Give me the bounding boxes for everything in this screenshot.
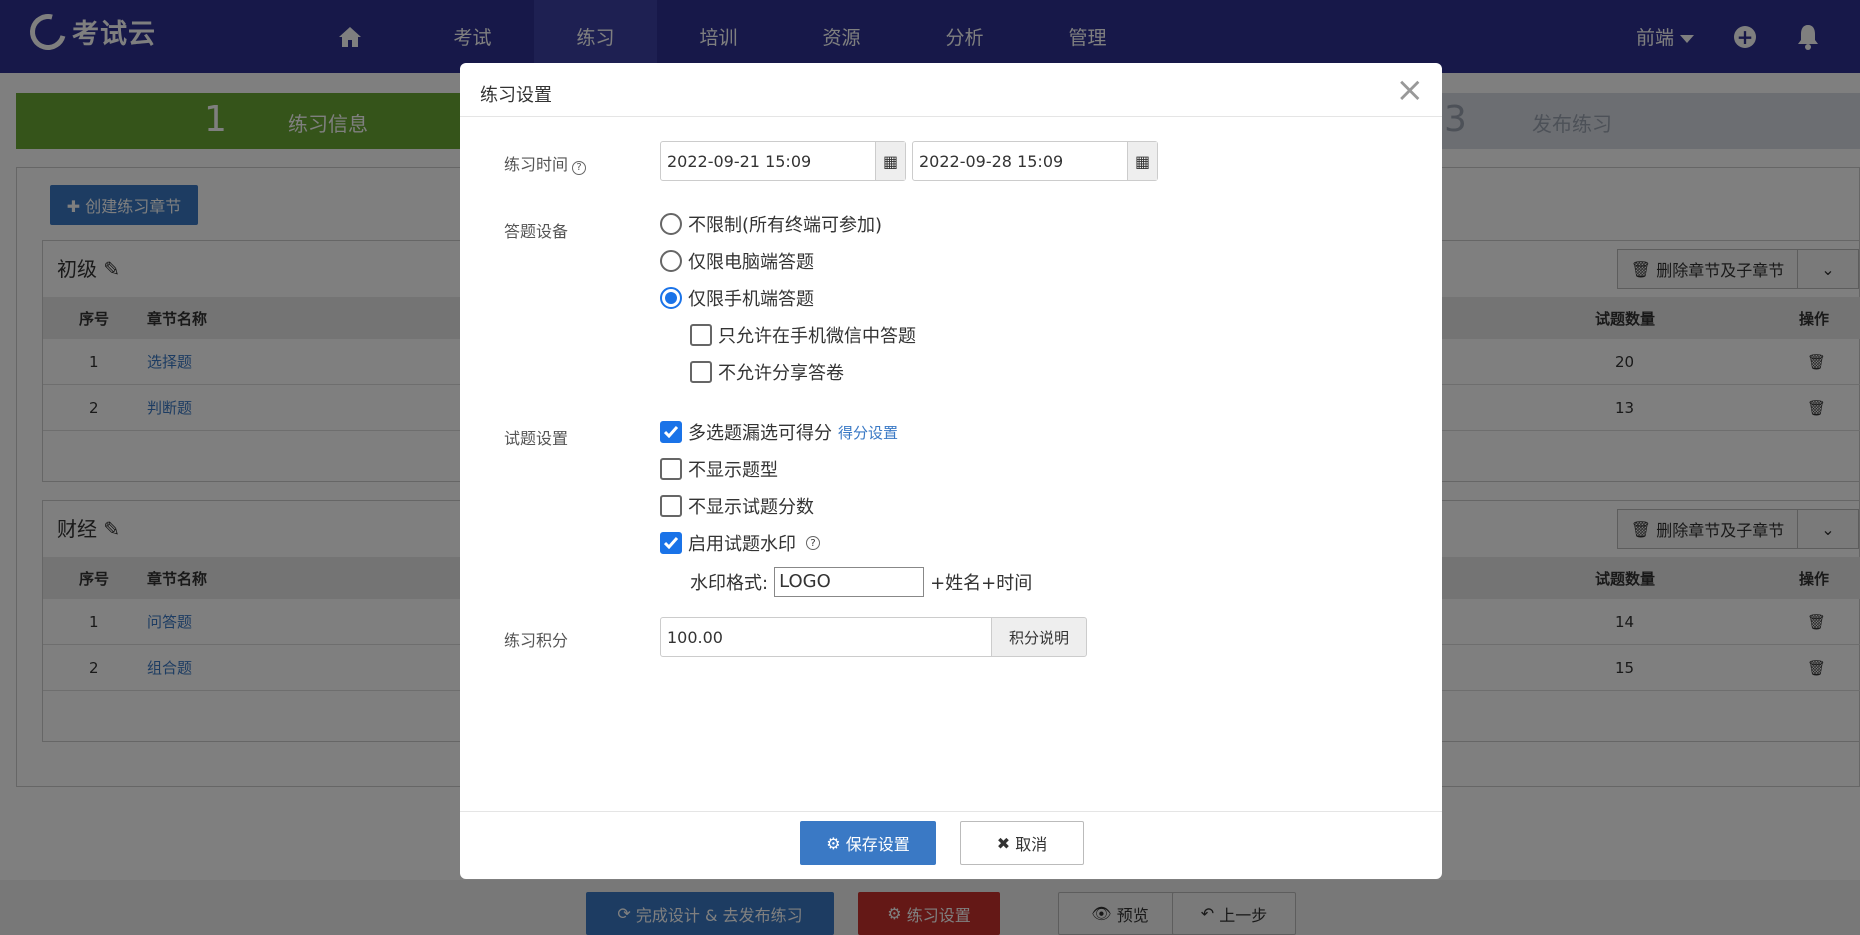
close-icon: ✖	[996, 833, 1011, 853]
divider	[460, 116, 1442, 117]
start-time-input[interactable]: 2022-09-21 15:09 ▦	[660, 141, 906, 181]
checkbox-checked[interactable]	[660, 532, 682, 554]
radio-selected[interactable]	[660, 287, 682, 309]
watermark-label: 水印格式:	[690, 573, 769, 594]
calendar-icon[interactable]: ▦	[1127, 142, 1157, 180]
gear-icon: ⚙	[826, 833, 841, 853]
watermark-input[interactable]: LOGO	[774, 567, 925, 597]
modal-title: 练习设置	[480, 85, 552, 106]
device-label: 答题设备	[504, 222, 569, 241]
device-option-mobile[interactable]: 仅限手机端答题	[660, 285, 814, 311]
end-time-input[interactable]: 2022-09-28 15:09 ▦	[912, 141, 1158, 181]
help-icon[interactable]: ?	[806, 536, 820, 550]
option-watermark[interactable]: 启用试题水印?	[660, 530, 820, 556]
score-setting-link[interactable]: 得分设置	[838, 422, 898, 443]
points-help-button[interactable]: 积分说明	[991, 617, 1087, 657]
help-icon[interactable]: ?	[572, 160, 587, 175]
option-partial-score[interactable]: 多选题漏选可得分 得分设置	[660, 419, 898, 445]
radio[interactable]	[660, 213, 682, 235]
checkbox[interactable]	[660, 495, 682, 517]
device-option-pc[interactable]: 仅限电脑端答题	[660, 248, 814, 274]
checkbox-checked[interactable]	[660, 421, 682, 443]
option-hide-score[interactable]: 不显示试题分数	[660, 493, 814, 519]
cancel-button[interactable]: ✖ 取消	[960, 821, 1084, 865]
option-no-share[interactable]: 不允许分享答卷	[690, 359, 844, 385]
watermark-row: 水印格式: LOGO +姓名+时间	[690, 567, 1032, 597]
device-option-unlimited[interactable]: 不限制(所有终端可参加)	[660, 211, 882, 237]
calendar-icon[interactable]: ▦	[875, 142, 905, 180]
points-label: 练习积分	[504, 631, 569, 650]
checkbox[interactable]	[690, 361, 712, 383]
watermark-suffix: +姓名+时间	[930, 573, 1033, 594]
time-label: 练习时间?	[504, 151, 587, 175]
close-icon[interactable]: ×	[1396, 73, 1425, 107]
option-hide-type[interactable]: 不显示题型	[660, 456, 778, 482]
save-settings-button[interactable]: ⚙ 保存设置	[800, 821, 936, 865]
divider	[460, 811, 1442, 812]
points-input[interactable]: 100.00	[660, 617, 992, 657]
option-wechat-only[interactable]: 只允许在手机微信中答题	[690, 322, 916, 348]
radio[interactable]	[660, 250, 682, 272]
question-settings-label: 试题设置	[504, 429, 569, 448]
checkbox[interactable]	[660, 458, 682, 480]
practice-settings-modal: 练习设置 × 练习时间? 2022-09-21 15:09 ▦ 2022-09-…	[460, 63, 1442, 879]
checkbox[interactable]	[690, 324, 712, 346]
